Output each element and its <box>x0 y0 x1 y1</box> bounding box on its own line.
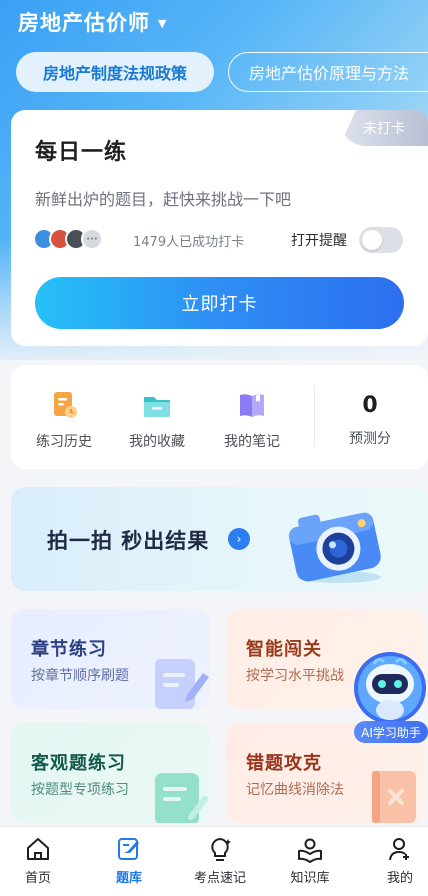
lightbulb-icon <box>211 837 231 861</box>
home-icon <box>27 838 49 860</box>
practice-history-button[interactable]: 练习历史 <box>19 389 109 451</box>
user-icon <box>389 838 409 861</box>
reminder-label: 打开提醒 <box>291 233 347 249</box>
ai-assistant-label[interactable]: AI学习助手 <box>354 721 428 743</box>
nav-home[interactable]: 首页 <box>0 835 78 886</box>
divider <box>314 385 315 447</box>
question-bank-icon <box>118 838 139 860</box>
predicted-score-value: 0 <box>362 393 378 418</box>
chapter-practice-card[interactable]: 章节练习 按章节顺序刷题 <box>11 609 210 709</box>
robot-icon <box>354 652 426 724</box>
document-pencil-icon <box>155 659 209 709</box>
nav-question-bank[interactable]: 题库 <box>89 835 169 886</box>
chevron-right-icon: › <box>228 528 250 550</box>
checkin-button[interactable]: 立即打卡 <box>35 277 404 329</box>
history-icon <box>48 389 80 421</box>
page-title: 房地产估价师 <box>18 11 150 35</box>
daily-practice-card: 未打卡 每日一练 新鲜出炉的题目，赶快来挑战一下吧 ··· 1479人已成功打卡… <box>11 110 428 346</box>
folder-icon <box>141 389 173 421</box>
photo-search-text: 拍一拍 秒出结果 <box>47 529 210 553</box>
practice-history-label: 练习历史 <box>36 434 92 450</box>
daily-title: 每日一练 <box>35 140 128 165</box>
objective-practice-card[interactable]: 客观题练习 按题型专项练习 <box>11 723 210 823</box>
nav-question-bank-label: 题库 <box>115 871 142 886</box>
knowledge-icon <box>298 838 322 863</box>
checkin-count: 1479人已成功打卡 <box>133 235 245 250</box>
exam-selector[interactable]: 房地产估价师 ▼ <box>18 8 166 36</box>
reminder-toggle[interactable] <box>359 227 403 253</box>
nav-quick-notes[interactable]: 考点速记 <box>180 835 260 886</box>
chapter-practice-subtitle: 按章节顺序刷题 <box>31 668 129 684</box>
nav-profile-label: 我的 <box>386 871 413 886</box>
smart-challenge-title: 智能闯关 <box>246 639 322 660</box>
error-book-icon <box>372 771 416 823</box>
predicted-score[interactable]: 0 预测分 <box>325 393 415 448</box>
quick-access-bar: 练习历史 我的收藏 我的笔记 0 预测分 <box>11 365 428 469</box>
wrong-questions-subtitle: 记忆曲线消除法 <box>246 782 344 798</box>
my-favorites-button[interactable]: 我的收藏 <box>112 389 202 451</box>
daily-subtitle: 新鲜出炉的题目，赶快来挑战一下吧 <box>35 190 292 209</box>
checkin-avatars: ··· <box>33 228 103 250</box>
predicted-score-label: 预测分 <box>349 431 391 447</box>
nav-profile[interactable]: 我的 <box>360 835 428 886</box>
tab-regulations[interactable]: 房地产制度法规政策 <box>16 52 214 92</box>
subject-tabs: 房地产制度法规政策 房地产估价原理与方法 <box>16 52 428 92</box>
smart-challenge-subtitle: 按学习水平挑战 <box>246 668 344 684</box>
nav-knowledge-base-label: 知识库 <box>290 871 330 886</box>
camera-icon <box>288 512 381 583</box>
nav-home-label: 首页 <box>24 871 51 886</box>
document-icon <box>155 773 208 823</box>
objective-practice-subtitle: 按题型专项练习 <box>31 782 129 798</box>
nav-knowledge-base[interactable]: 知识库 <box>270 835 350 886</box>
caret-down-icon: ▼ <box>158 16 167 30</box>
more-avatars-icon: ··· <box>81 228 103 250</box>
my-favorites-label: 我的收藏 <box>129 434 185 450</box>
my-notes-label: 我的笔记 <box>224 434 280 450</box>
nav-quick-notes-label: 考点速记 <box>193 871 246 886</box>
objective-practice-title: 客观题练习 <box>31 753 126 774</box>
chapter-practice-title: 章节练习 <box>31 639 107 660</box>
wrong-questions-title: 错题攻克 <box>246 753 322 774</box>
bottom-nav: 首页 题库 考点速记 知识库 我的 <box>0 826 428 896</box>
checkin-status-badge: 未打卡 <box>340 110 428 146</box>
my-notes-button[interactable]: 我的笔记 <box>207 389 297 451</box>
notebook-icon <box>236 389 268 421</box>
tab-appraisal-principles[interactable]: 房地产估价原理与方法 <box>228 52 428 92</box>
photo-search-banner[interactable]: 拍一拍 秒出结果 › <box>11 487 428 591</box>
